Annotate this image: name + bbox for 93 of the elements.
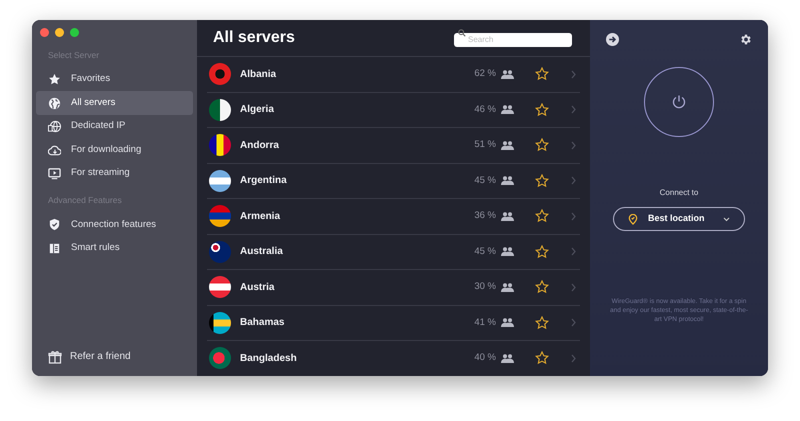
server-row[interactable]: Bangladesh 40 % xyxy=(207,341,580,376)
video-play-icon xyxy=(48,167,61,180)
search-icon xyxy=(458,29,466,37)
load-percent: 51 % xyxy=(474,138,496,152)
flag-icon xyxy=(209,347,231,370)
chevron-right-icon xyxy=(571,212,576,221)
chevron-right-icon xyxy=(571,282,576,292)
sidebar-item[interactable]: Smart rules xyxy=(36,236,193,260)
gift-icon xyxy=(48,350,62,364)
chevron-right-icon xyxy=(571,105,576,114)
sidebar-item[interactable]: All servers xyxy=(36,91,193,115)
star-icon xyxy=(48,73,61,86)
globe-icon xyxy=(48,96,61,110)
sidebar-item[interactable]: Dedicated IP xyxy=(36,114,193,138)
flag-icon xyxy=(209,134,231,156)
server-row[interactable]: Australia 45 % xyxy=(207,234,580,270)
country-name: Andorra xyxy=(240,138,279,153)
minimize-window-button[interactable] xyxy=(55,28,64,37)
search-field[interactable]: Search xyxy=(454,32,572,46)
server-row[interactable]: Armenia 36 % xyxy=(207,199,580,234)
flag-icon xyxy=(209,63,231,86)
users-icon xyxy=(501,354,514,363)
load-percent: 46 % xyxy=(474,102,496,117)
flag-icon xyxy=(209,240,231,263)
load-percent: 45 % xyxy=(474,174,496,188)
load-percent: 40 % xyxy=(474,351,496,366)
globe-icon xyxy=(48,120,61,133)
chevron-right-icon xyxy=(571,176,576,186)
users-icon xyxy=(501,282,514,292)
arrow-right-icon[interactable] xyxy=(606,33,619,46)
country-name: Armenia xyxy=(240,210,280,224)
flag-icon xyxy=(209,205,231,228)
favorite-star-icon[interactable] xyxy=(535,102,549,117)
server-row[interactable]: Austria 30 % xyxy=(207,270,580,306)
users-icon xyxy=(501,105,514,114)
users-icon xyxy=(501,176,514,186)
users-icon xyxy=(501,140,514,150)
refer-friend-link[interactable]: Refer a friend xyxy=(70,349,131,364)
country-name: Bahamas xyxy=(240,316,284,330)
settings-icon[interactable] xyxy=(739,33,752,46)
server-row[interactable]: Algeria 46 % xyxy=(207,92,580,128)
load-percent: 62 % xyxy=(474,67,496,82)
list-icon xyxy=(48,242,61,255)
load-percent: 45 % xyxy=(474,244,496,259)
favorite-star-icon[interactable] xyxy=(535,351,549,366)
power-button[interactable] xyxy=(644,67,714,137)
caret-icon xyxy=(723,216,730,222)
favorite-star-icon[interactable] xyxy=(535,67,549,82)
chevron-right-icon xyxy=(571,140,576,150)
server-row[interactable]: Andorra 51 % xyxy=(207,128,580,164)
power-icon xyxy=(671,94,687,110)
shield-check-icon xyxy=(48,218,61,232)
users-icon xyxy=(501,318,514,328)
chevron-right-icon xyxy=(571,70,576,79)
server-row[interactable]: Argentina 45 % xyxy=(207,164,580,199)
country-name: Albania xyxy=(240,68,276,82)
favorite-star-icon[interactable] xyxy=(535,209,549,224)
chevron-right-icon xyxy=(571,247,576,256)
sidebar-item[interactable]: Connection features xyxy=(36,213,193,236)
users-icon xyxy=(501,70,514,79)
chevron-right-icon xyxy=(571,354,576,363)
flag-icon xyxy=(209,170,231,192)
location-pin-icon xyxy=(628,214,638,224)
country-name: Algeria xyxy=(240,103,274,118)
country-name: Austria xyxy=(240,280,274,295)
favorite-star-icon[interactable] xyxy=(535,138,549,152)
zoom-window-button[interactable] xyxy=(70,28,79,37)
chevron-right-icon xyxy=(571,318,576,328)
panel-title: All servers xyxy=(213,28,295,48)
users-icon xyxy=(501,212,514,221)
favorite-star-icon[interactable] xyxy=(535,316,549,330)
country-name: Bangladesh xyxy=(240,352,297,366)
users-icon xyxy=(501,247,514,256)
server-row[interactable]: Albania 62 % xyxy=(207,57,580,92)
load-percent: 36 % xyxy=(474,209,496,224)
favorite-star-icon[interactable] xyxy=(535,174,549,188)
server-row[interactable]: Bahamas 41 % xyxy=(207,306,580,341)
sidebar-item[interactable]: For streaming xyxy=(36,162,193,186)
connect-to-label: Connect to xyxy=(660,187,698,199)
sidebar-item[interactable]: For downloading xyxy=(36,138,193,162)
load-percent: 30 % xyxy=(474,280,496,294)
location-dropdown[interactable]: Best location xyxy=(613,207,745,231)
flag-icon xyxy=(209,276,231,298)
favorite-star-icon[interactable] xyxy=(535,280,549,294)
flag-icon xyxy=(209,312,231,334)
close-window-button[interactable] xyxy=(40,28,49,37)
country-name: Australia xyxy=(240,245,283,260)
country-name: Argentina xyxy=(240,174,287,188)
flag-icon xyxy=(209,98,231,121)
sidebar-item[interactable]: Favorites xyxy=(36,68,193,92)
load-percent: 41 % xyxy=(474,316,496,330)
cloud-download-icon xyxy=(48,144,61,156)
favorite-star-icon[interactable] xyxy=(535,244,549,259)
